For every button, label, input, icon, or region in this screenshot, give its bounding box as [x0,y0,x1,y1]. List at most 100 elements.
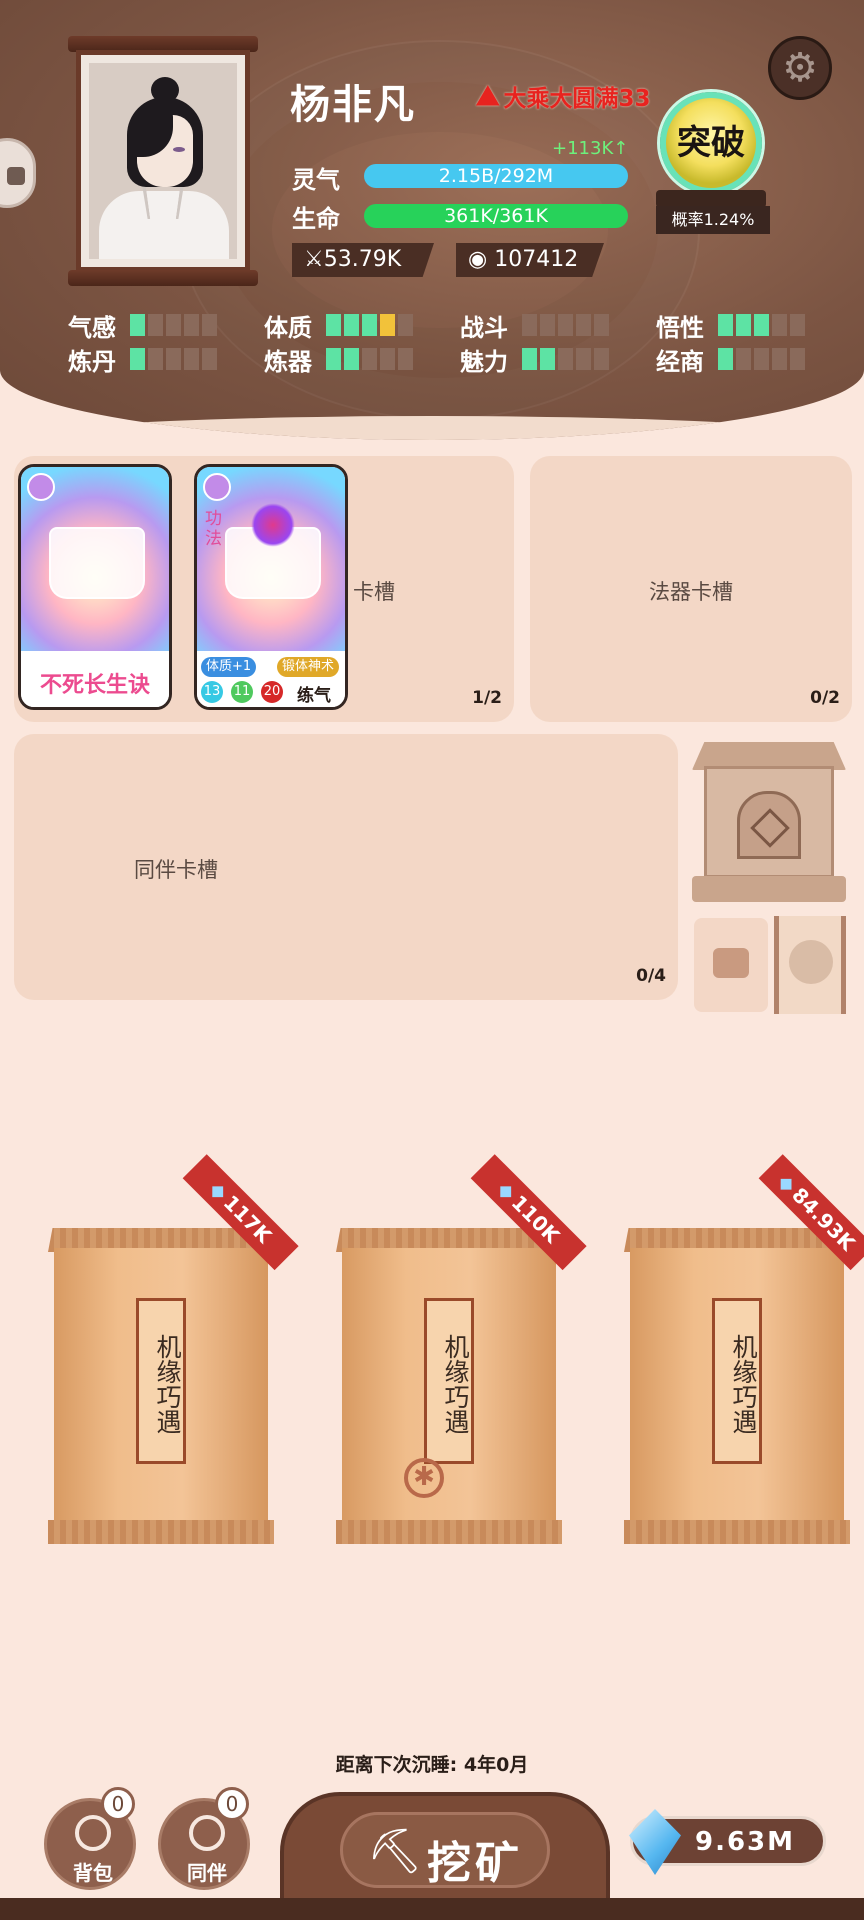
card-type: 功法 [205,509,222,549]
attribute-pip [380,314,395,336]
coin-count: ◉ 107412 [456,243,604,277]
technique-card-1[interactable]: 不死长生诀 [18,464,172,710]
avatar [89,63,237,259]
attribute-pip [326,314,341,336]
attribute-pip [522,314,537,336]
attribute-3: 悟性 [656,310,805,342]
companion-button[interactable]: 同伴 0 [158,1787,250,1890]
attribute-name: 魅力 [460,347,508,376]
attribute-pip [130,314,145,336]
hp-label: 生命 [292,205,340,233]
attribute-pip [754,314,769,336]
book-icon [49,527,145,599]
attribute-pip [594,348,609,370]
attribute-level [326,314,413,336]
header-edge [0,416,864,440]
attribute-pip [522,348,537,370]
attribute-pip [736,314,751,336]
card-rarity-icon [27,473,55,501]
combat-power-value: 53.79K [323,247,402,272]
shrine-button[interactable] [692,742,846,904]
card-realm: 练气 [297,686,331,706]
attribute-pip [790,348,805,370]
attribute-pip [184,348,199,370]
card-rarity-icon [203,473,231,501]
attribute-pip [184,314,199,336]
attribute-level [130,314,217,336]
card-stat-1: 13 [201,681,223,703]
person-icon [189,1815,225,1851]
sleep-countdown: 距离下次沉睡: 4年0月 [335,1754,529,1776]
attribute-pip [594,314,609,336]
attribute-name: 气感 [68,313,116,342]
gem-icon [629,1809,681,1875]
attribute-name: 体质 [264,313,312,342]
attribute-pip [398,314,413,336]
shrine-gate-icon [737,791,801,859]
companion-card-slot[interactable]: 同伴卡槽 0/4 [14,734,678,1000]
bag-button[interactable]: 背包 0 [44,1787,136,1890]
card-stats: 体质+1 锻体神术 13 11 20 练气 [197,651,345,707]
technique-card-2[interactable]: 功法 体质+1 锻体神术 13 11 20 练气 [194,464,348,710]
attribute-level [718,314,805,336]
mine-button[interactable]: ⛏ 挖矿 [280,1792,610,1908]
artifact-slot-count: 0/2 [810,688,840,708]
bag-label: 背包 [73,1861,113,1885]
attribute-pip [202,314,217,336]
attribute-name: 炼器 [264,347,312,376]
attribute-4: 炼丹 [68,344,217,376]
attribute-level [522,348,609,370]
companion-badge: 0 [215,1787,249,1821]
gem-value: 9.63M [695,1827,796,1857]
pack-label: 机缘巧遇 [712,1298,762,1464]
card-stat-3: 20 [261,681,283,703]
qi-label: 灵气 [292,166,340,194]
attribute-0: 气感 [68,310,217,342]
qi-value: 2.15B/292M [438,165,554,187]
fortune-pack-1[interactable]: 机缘巧遇 ◆117K [48,1154,299,1544]
box-icon [713,948,749,978]
attribute-pip [398,348,413,370]
pack-title: 机缘巧遇 [441,1334,470,1434]
fortune-pack-2[interactable]: 机缘巧遇 ◆110K ✱ [336,1154,587,1544]
qi-bar: 2.15B/292M [364,164,628,188]
coin-value: 107412 [494,247,579,272]
attribute-pip [148,314,163,336]
attribute-pip [130,348,145,370]
meditation-icon: ⛰ [476,79,500,112]
card-attribute-chip: 体质+1 [201,657,257,677]
toggle-button[interactable] [694,918,768,1012]
fortune-pack-3[interactable]: 机缘巧遇 ◆84.93K [624,1154,864,1544]
breakthrough-button[interactable]: 突破 [660,92,762,194]
flame-icon [251,503,295,547]
gem-balance[interactable]: 9.63M [629,1809,826,1875]
pause-icon [7,167,25,185]
attribute-name: 经商 [656,347,704,376]
character-portrait[interactable] [68,36,258,286]
pack-title: 机缘巧遇 [729,1334,758,1434]
attribute-level [718,348,805,370]
attribute-1: 体质 [264,310,413,342]
settings-button[interactable]: ⚙ [768,36,832,100]
attribute-name: 悟性 [656,313,704,342]
attribute-pip [362,348,377,370]
attribute-pip [558,314,573,336]
coin-icon: ◉ [468,247,488,272]
attribute-level [326,348,413,370]
technique-slot-count: 1/2 [472,688,502,708]
attribute-pip [344,314,359,336]
attribute-2: 战斗 [460,310,609,342]
attribute-name: 战斗 [460,313,508,342]
attribute-pip [736,348,751,370]
attribute-pip [772,348,787,370]
attribute-pip [380,348,395,370]
attribute-pip [540,314,555,336]
companion-slot-label: 同伴卡槽 [134,858,218,882]
scroll-button[interactable] [774,916,846,1014]
swords-icon: ⚔ [304,247,324,272]
scroll-icon [789,940,833,984]
card-stat-2: 11 [231,681,253,703]
artifact-card-slot[interactable]: 法器卡槽 0/2 [530,456,852,722]
attribute-pip [166,314,181,336]
attribute-pip [202,348,217,370]
